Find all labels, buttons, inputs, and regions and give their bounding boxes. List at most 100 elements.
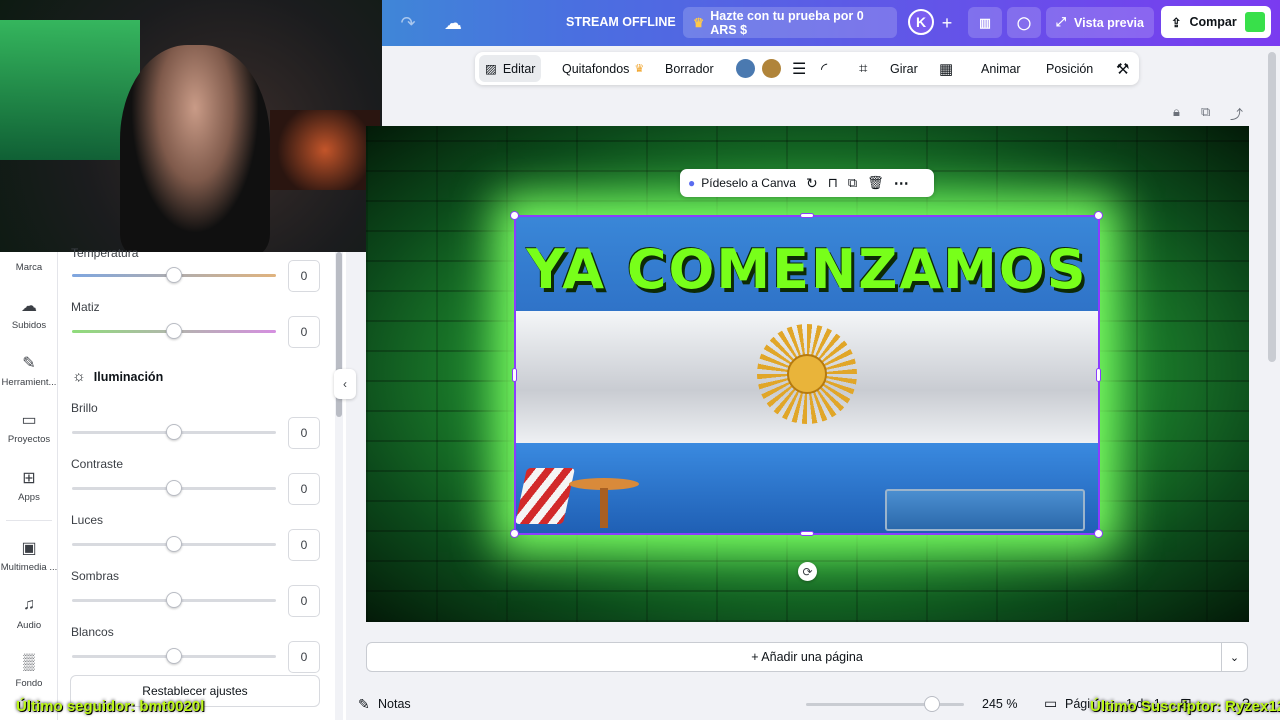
brillo-slider[interactable] <box>72 424 276 440</box>
resize-handle[interactable] <box>512 368 517 382</box>
rotate-handle-icon[interactable]: ⟳ <box>798 562 817 581</box>
bg-remover-button[interactable]: Quitafondos ♛ <box>562 52 644 85</box>
lock-element-icon[interactable]: ⊓ <box>828 175 838 191</box>
pen-tool-icon: ✎ <box>22 355 36 372</box>
slider-knob[interactable] <box>166 323 182 339</box>
ask-canva-button[interactable]: Pídeselo a Canva <box>701 176 796 190</box>
color-swatch[interactable] <box>736 59 755 78</box>
rail-item-multimedia[interactable]: ▣ Multimedia ... <box>0 538 58 573</box>
delete-icon[interactable]: 🗑︎ <box>867 175 884 191</box>
insights-button[interactable]: ▥ <box>968 7 1002 38</box>
avatar[interactable]: K <box>908 9 934 35</box>
slider-knob[interactable] <box>166 592 182 608</box>
notes-button[interactable]: Notas <box>378 697 411 711</box>
temperatura-value[interactable]: 0 <box>288 260 320 292</box>
animate-button[interactable]: Animar <box>981 52 1021 85</box>
color-swatch[interactable] <box>762 59 781 78</box>
comment-add-icon[interactable]: ↻ <box>806 175 818 192</box>
chevron-down-icon[interactable]: ⌄ <box>1221 643 1247 671</box>
redo-icon[interactable]: ↷ <box>395 10 421 36</box>
selected-image[interactable]: YA COMENZAMOS <box>515 216 1099 534</box>
luces-slider[interactable] <box>72 536 276 552</box>
crop-button[interactable]: ⌗ <box>859 52 867 85</box>
rail-item-label: Fondo <box>15 678 43 689</box>
add-page-button[interactable]: + Añadir una página ⌄ <box>366 642 1248 672</box>
sombras-label: Sombras <box>71 569 120 583</box>
eraser-button[interactable]: Borrador <box>665 52 714 85</box>
zoom-knob[interactable] <box>924 696 940 712</box>
resize-handle[interactable] <box>510 529 519 538</box>
resize-handle[interactable] <box>1094 529 1103 538</box>
pages-icon[interactable]: ▭ <box>1044 695 1057 712</box>
lock-icon[interactable]: 🔒︎ <box>1173 104 1180 120</box>
more-options-icon[interactable]: ⋯ <box>894 174 909 192</box>
rail-item-label: Herramient... <box>1 377 57 388</box>
matiz-slider[interactable] <box>72 323 276 339</box>
sombras-slider[interactable] <box>72 592 276 608</box>
rail-item-proyectos[interactable]: ▭ Proyectos <box>0 410 58 445</box>
rail-item-subidos[interactable]: ☁ Subidos <box>0 296 58 331</box>
canvas-scrollbar[interactable] <box>1268 52 1276 362</box>
webcam-person <box>120 45 270 252</box>
folder-icon: ▭ <box>21 412 37 429</box>
share-button[interactable]: ⇪ Compar <box>1161 6 1271 38</box>
duplicate-page-icon[interactable]: ⧉ <box>1201 104 1210 120</box>
panel-scrollbar[interactable] <box>335 252 343 720</box>
zoom-level[interactable]: 245 % <box>982 697 1017 711</box>
corner-rounding-icon[interactable]: ◜ <box>821 52 827 85</box>
rail-item-marca[interactable]: Marca <box>0 256 58 273</box>
table-leg <box>600 488 608 528</box>
slider-knob[interactable] <box>166 536 182 552</box>
brillo-value[interactable]: 0 <box>288 417 320 449</box>
resize-handle[interactable] <box>510 211 519 220</box>
resize-handle[interactable] <box>800 213 814 218</box>
rotate-button[interactable]: Girar <box>890 52 918 85</box>
rail-item-fondo[interactable]: ▒ Fondo <box>0 654 58 689</box>
rail-item-audio[interactable]: ♫ Audio <box>0 596 58 631</box>
cloud-check-icon[interactable]: ☁ <box>440 10 466 36</box>
collapse-panel-button[interactable]: ‹ <box>334 369 356 399</box>
pool-icon <box>885 489 1085 531</box>
slider-knob[interactable] <box>166 648 182 664</box>
pages-button[interactable]: Pági <box>1065 697 1090 711</box>
luces-label: Luces <box>71 513 104 527</box>
resize-handle[interactable] <box>800 531 814 536</box>
left-rail: Marca ☁ Subidos ✎ Herramient... ▭ Proyec… <box>0 252 58 720</box>
slider-knob[interactable] <box>166 424 182 440</box>
edit-button[interactable]: ▨ Editar <box>479 55 542 82</box>
rail-item-herramientas[interactable]: ✎ Herramient... <box>0 353 58 388</box>
slider-knob[interactable] <box>166 267 182 283</box>
notes-icon[interactable]: ✎ <box>358 696 370 713</box>
paint-roller-icon[interactable]: ⚒ <box>1116 52 1129 85</box>
luces-value[interactable]: 0 <box>288 529 320 561</box>
add-collaborator-icon[interactable]: + <box>934 10 960 36</box>
duplicate-icon[interactable]: ⧉ <box>848 175 857 191</box>
slider-knob[interactable] <box>166 480 182 496</box>
chevron-left-icon: ‹ <box>343 377 347 391</box>
border-style-icon[interactable]: ☰ <box>792 52 806 85</box>
table-with-mate-icon <box>569 478 639 534</box>
blancos-slider[interactable] <box>72 648 276 664</box>
position-button[interactable]: Posición <box>1046 52 1093 85</box>
comment-icon: ◯ <box>1017 16 1031 30</box>
comments-button[interactable]: ◯ <box>1007 7 1041 38</box>
zoom-slider[interactable] <box>806 696 964 712</box>
resize-handle[interactable] <box>1094 211 1103 220</box>
temperatura-slider[interactable] <box>72 267 276 283</box>
contraste-value[interactable]: 0 <box>288 473 320 505</box>
matiz-label: Matiz <box>71 300 100 314</box>
blancos-value[interactable]: 0 <box>288 641 320 673</box>
checkerboard-icon: ▦ <box>939 60 954 78</box>
resize-handle[interactable] <box>1096 368 1101 382</box>
contraste-slider[interactable] <box>72 480 276 496</box>
sombras-value[interactable]: 0 <box>288 585 320 617</box>
rail-item-label: Audio <box>16 620 42 631</box>
add-page-icon[interactable]: ⤴ <box>1230 104 1243 123</box>
transparency-button[interactable]: ▦ <box>939 52 953 85</box>
trial-button[interactable]: ♛ Hazte con tu prueba por 0 ARS $ <box>683 7 897 38</box>
temperatura-label: Temperatura <box>71 246 139 260</box>
sun-icon: ☼ <box>72 368 86 385</box>
preview-button[interactable]: ⤢ Vista previa <box>1046 7 1154 38</box>
rail-item-apps[interactable]: ⊞ Apps <box>0 468 58 503</box>
matiz-value[interactable]: 0 <box>288 316 320 348</box>
